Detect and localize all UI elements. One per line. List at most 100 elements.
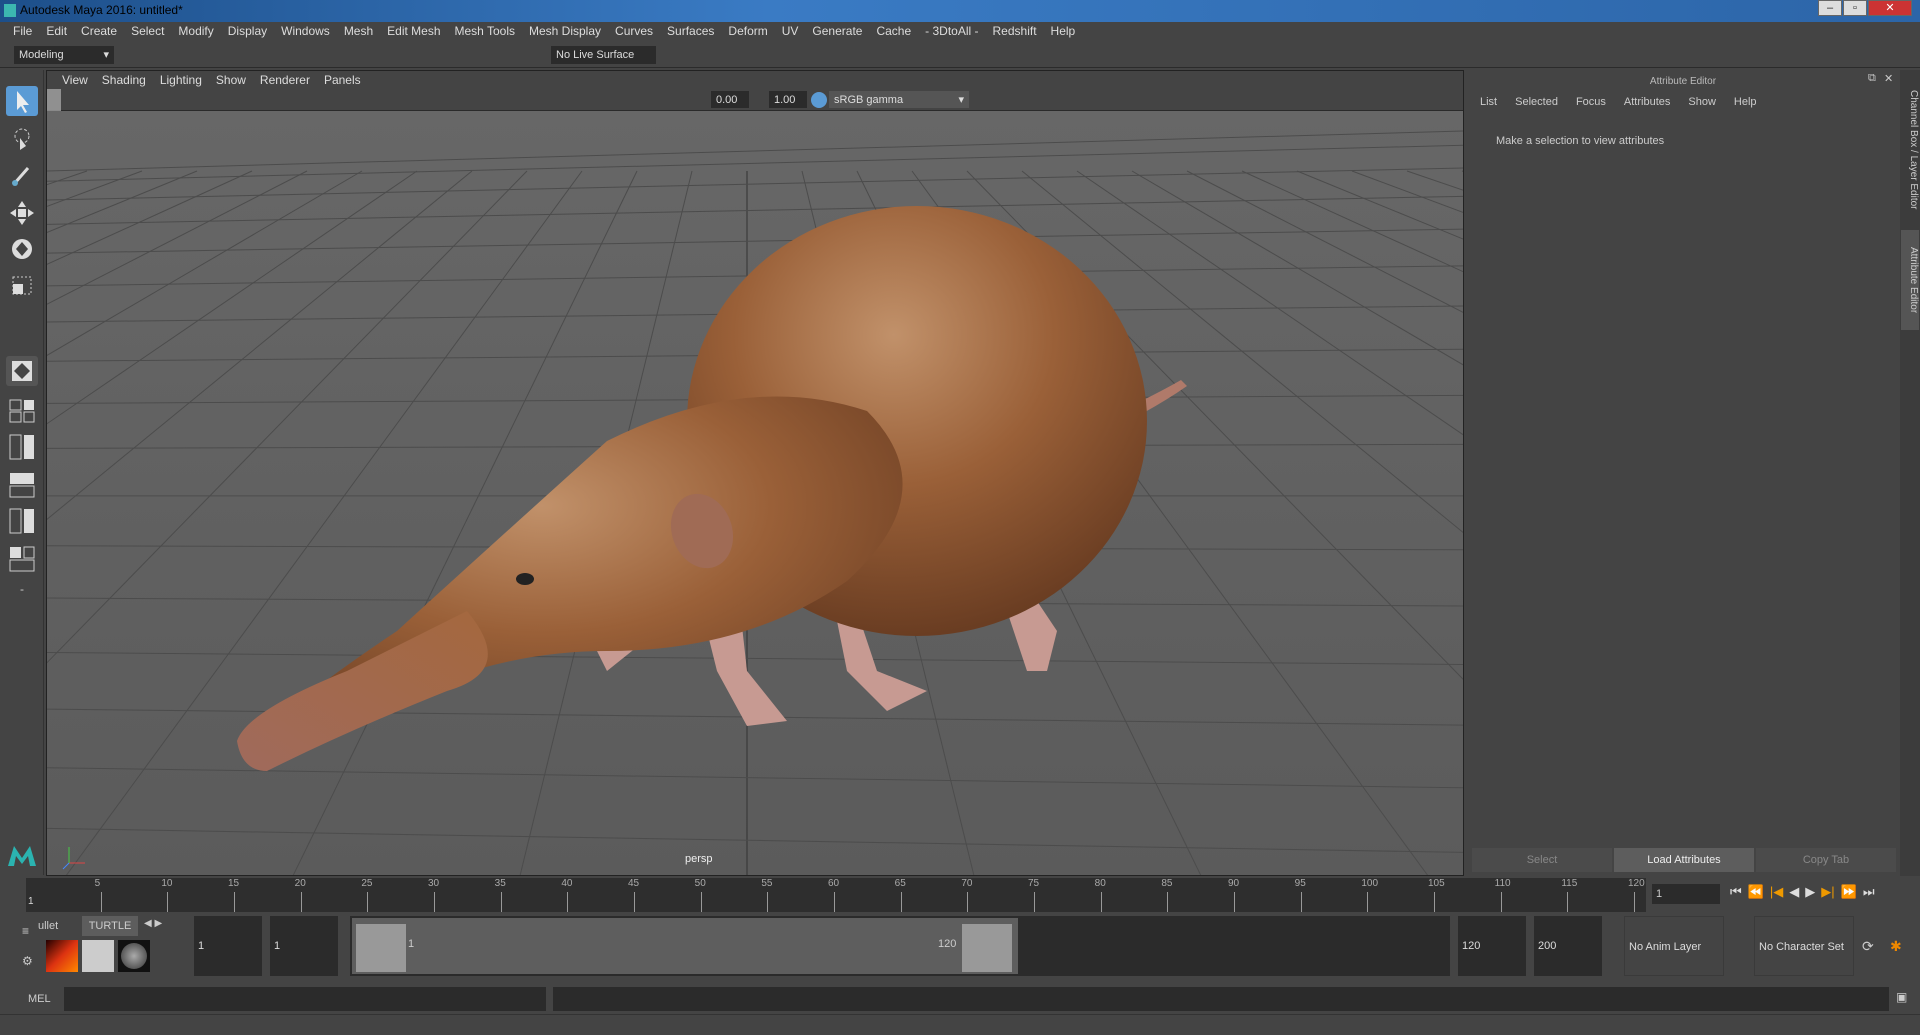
panel-menu-lighting[interactable]: Lighting bbox=[153, 71, 209, 89]
auto-key-icon[interactable]: ⟳ bbox=[1862, 938, 1874, 955]
turtle-sphere-icon[interactable] bbox=[118, 940, 150, 972]
panel-menu-show[interactable]: Show bbox=[209, 71, 253, 89]
panel-menu-renderer[interactable]: Renderer bbox=[253, 71, 317, 89]
timeline-tick bbox=[567, 892, 569, 912]
panel-menu-shading[interactable]: Shading bbox=[95, 71, 153, 89]
settings-gear-icon[interactable]: ⚙ bbox=[22, 954, 33, 968]
menu-create[interactable]: Create bbox=[74, 22, 124, 42]
layout-hypershade-icon[interactable] bbox=[6, 544, 38, 574]
exposure-field[interactable]: 0.00 bbox=[711, 91, 749, 108]
copy-tab-button[interactable]: Copy Tab bbox=[1756, 848, 1896, 872]
soft-select-icon[interactable] bbox=[6, 356, 38, 386]
menu-mesh-display[interactable]: Mesh Display bbox=[522, 22, 608, 42]
attr-menu-selected[interactable]: Selected bbox=[1515, 96, 1558, 108]
layout-two-icon[interactable] bbox=[6, 432, 38, 462]
color-space-dropdown[interactable]: sRGB gamma ▾ bbox=[829, 91, 969, 108]
step-forward-key-icon[interactable]: ⏩ bbox=[1841, 884, 1857, 900]
maximize-button[interactable]: ▫ bbox=[1843, 0, 1867, 16]
layout-graph-icon[interactable] bbox=[6, 506, 38, 536]
menu-help[interactable]: Help bbox=[1044, 22, 1083, 42]
attr-menu-show[interactable]: Show bbox=[1688, 96, 1716, 108]
float-panel-icon[interactable]: ⧉ bbox=[1868, 72, 1876, 85]
start-time-field[interactable]: 1 bbox=[194, 916, 262, 976]
gamma-field[interactable]: 1.00 bbox=[769, 91, 807, 108]
attr-menu-focus[interactable]: Focus bbox=[1576, 96, 1606, 108]
range-slider-bar[interactable] bbox=[352, 918, 1018, 974]
play-forward-icon[interactable]: ▶ bbox=[1805, 884, 1815, 900]
minimize-button[interactable]: – bbox=[1818, 0, 1842, 16]
character-set-dropdown[interactable]: No Character Set bbox=[1754, 916, 1854, 976]
range-slider-track[interactable]: 1 120 bbox=[350, 916, 1450, 976]
script-editor-icon[interactable]: ▣ bbox=[1896, 990, 1907, 1004]
step-back-frame-icon[interactable]: |◀ bbox=[1770, 884, 1783, 900]
close-button[interactable]: ✕ bbox=[1868, 0, 1912, 16]
collapse-icon[interactable]: - bbox=[6, 582, 38, 602]
current-frame-field[interactable]: 1 bbox=[1652, 884, 1720, 904]
menu-mesh-tools[interactable]: Mesh Tools bbox=[448, 22, 522, 42]
animation-preferences-icon[interactable]: ✱ bbox=[1890, 938, 1902, 955]
paint-select-tool-icon[interactable] bbox=[6, 160, 38, 190]
panel-menu-panels[interactable]: Panels bbox=[317, 71, 368, 89]
shelf-tab-bullet[interactable]: ullet bbox=[38, 916, 78, 936]
playback-end-field[interactable]: 120 bbox=[1458, 916, 1526, 976]
range-start-handle[interactable] bbox=[356, 924, 406, 972]
step-back-key-icon[interactable]: ⏪ bbox=[1748, 884, 1764, 900]
menu--3dtoall-[interactable]: - 3DtoAll - bbox=[918, 22, 985, 42]
play-backward-icon[interactable]: ◀ bbox=[1789, 884, 1799, 900]
menu-modify[interactable]: Modify bbox=[171, 22, 220, 42]
turtle-render-icon[interactable] bbox=[46, 940, 78, 972]
menu-edit-mesh[interactable]: Edit Mesh bbox=[380, 22, 447, 42]
playback-start-field[interactable]: 1 bbox=[270, 916, 338, 976]
anim-layer-dropdown[interactable]: No Anim Layer bbox=[1624, 916, 1724, 976]
load-attributes-button[interactable]: Load Attributes bbox=[1614, 848, 1754, 872]
menu-deform[interactable]: Deform bbox=[721, 22, 774, 42]
timeline-tick bbox=[634, 892, 635, 912]
end-time-field[interactable]: 200 bbox=[1534, 916, 1602, 976]
menu-surfaces[interactable]: Surfaces bbox=[660, 22, 721, 42]
tab-channel-box[interactable]: Channel Box / Layer Editor bbox=[1901, 80, 1919, 220]
mel-label[interactable]: MEL bbox=[28, 993, 51, 1005]
3d-scene[interactable]: persp bbox=[0, 111, 1920, 1012]
live-surface-field[interactable]: No Live Surface bbox=[551, 46, 656, 64]
attr-menu-list[interactable]: List bbox=[1480, 96, 1497, 108]
menu-edit[interactable]: Edit bbox=[39, 22, 74, 42]
menu-icon[interactable]: ≡ bbox=[22, 924, 29, 938]
rotate-tool-icon[interactable] bbox=[6, 234, 38, 264]
timeline-tick bbox=[500, 892, 502, 912]
time-slider[interactable]: 5 10 15 20 25 30 35 40 45 50 55 60 65 70 75 80 85 90 95 100… bbox=[26, 878, 1646, 912]
layout-single-icon[interactable] bbox=[6, 395, 38, 425]
menu-redshift[interactable]: Redshift bbox=[986, 22, 1044, 42]
menu-windows[interactable]: Windows bbox=[274, 22, 337, 42]
tab-attribute-editor[interactable]: Attribute Editor bbox=[1901, 230, 1919, 330]
color-management-icon[interactable] bbox=[811, 92, 827, 108]
menu-cache[interactable]: Cache bbox=[869, 22, 918, 42]
lasso-tool-icon[interactable] bbox=[6, 124, 38, 154]
go-to-end-icon[interactable]: ⏭ bbox=[1863, 884, 1875, 900]
scale-tool-icon[interactable] bbox=[6, 270, 38, 300]
menu-uv[interactable]: UV bbox=[775, 22, 806, 42]
panel-menu-view[interactable]: View bbox=[55, 71, 95, 89]
menu-file[interactable]: File bbox=[6, 22, 39, 42]
range-end-handle[interactable] bbox=[962, 924, 1012, 972]
menu-curves[interactable]: Curves bbox=[608, 22, 660, 42]
shelf-tab-turtle[interactable]: TURTLE bbox=[82, 916, 138, 936]
turtle-baking-icon[interactable] bbox=[82, 940, 114, 972]
menu-select[interactable]: Select bbox=[124, 22, 171, 42]
menu-mesh[interactable]: Mesh bbox=[337, 22, 380, 42]
mel-input[interactable] bbox=[64, 987, 546, 1011]
panel-tool-1-icon[interactable] bbox=[47, 89, 61, 103]
select-tool-icon[interactable] bbox=[6, 86, 38, 116]
close-panel-icon[interactable]: ✕ bbox=[1884, 72, 1893, 85]
menu-generate[interactable]: Generate bbox=[805, 22, 869, 42]
playback-controls: ⏮ ⏪ |◀ ◀ ▶ ▶| ⏩ ⏭ bbox=[1730, 884, 1875, 900]
menu-display[interactable]: Display bbox=[221, 22, 274, 42]
shelf-scroll-arrows-icon[interactable]: ◀ ▶ bbox=[144, 918, 162, 929]
attr-menu-attributes[interactable]: Attributes bbox=[1624, 96, 1670, 108]
attr-menu-help[interactable]: Help bbox=[1734, 96, 1757, 108]
go-to-start-icon[interactable]: ⏮ bbox=[1730, 884, 1742, 900]
select-button[interactable]: Select bbox=[1472, 848, 1612, 872]
move-tool-icon[interactable] bbox=[6, 198, 38, 228]
layout-outliner-icon[interactable] bbox=[6, 470, 38, 500]
mode-dropdown[interactable]: Modeling ▾ bbox=[14, 46, 114, 64]
step-forward-frame-icon[interactable]: ▶| bbox=[1821, 884, 1834, 900]
